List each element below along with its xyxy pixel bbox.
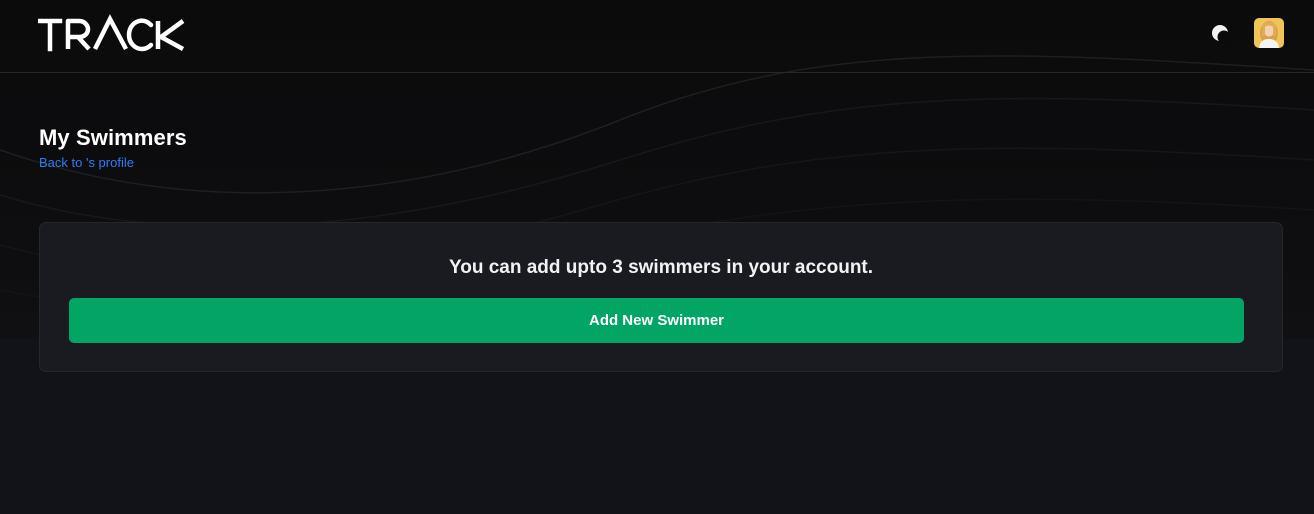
top-navigation-bar (0, 0, 1314, 73)
moon-icon[interactable] (1208, 21, 1232, 45)
user-avatar[interactable] (1254, 18, 1284, 48)
track-logo-icon (37, 14, 185, 52)
back-to-profile-link[interactable]: Back to 's profile (39, 155, 187, 171)
track-logo[interactable] (37, 13, 188, 53)
swimmer-limit-message: You can add upto 3 swimmers in your acco… (448, 257, 874, 278)
add-new-swimmer-button[interactable]: Add New Swimmer (69, 298, 1244, 343)
page-header: My Swimmers Back to 's profile (39, 124, 187, 171)
page: My Swimmers Back to 's profile You can a… (0, 0, 1314, 514)
page-title: My Swimmers (39, 125, 187, 150)
swimmers-card: You can add upto 3 swimmers in your acco… (39, 222, 1283, 372)
